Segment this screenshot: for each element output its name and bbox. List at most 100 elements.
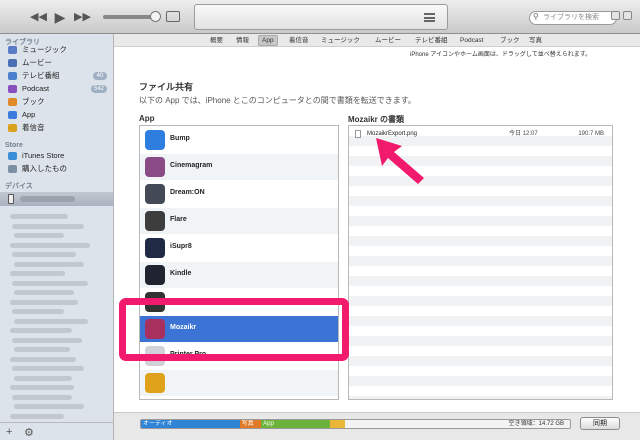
tab-item[interactable]: 概要 <box>207 36 226 45</box>
sidebar-item[interactable]: Podcast 542 <box>0 83 113 95</box>
redacted-device-item <box>10 356 76 362</box>
purchased-icon <box>8 165 17 173</box>
sidebar-item[interactable]: App <box>0 109 113 121</box>
tab-item[interactable]: 情報 <box>233 36 252 45</box>
add-playlist-icon[interactable]: + <box>6 426 12 438</box>
sidebar-item[interactable]: iTunes Store <box>0 150 113 162</box>
volume-slider[interactable] <box>103 11 161 22</box>
sidebar-item[interactable]: 着信音 <box>0 122 113 134</box>
app-row[interactable] <box>140 370 338 396</box>
app-row[interactable]: Dream:ON <box>140 181 338 207</box>
app-row[interactable]: Bump <box>140 127 338 153</box>
sidebar-item-label: 購入したもの <box>22 164 67 173</box>
documents-column-header: Mozaikr の書類 <box>348 115 405 124</box>
document-date: 今日 12:07 <box>509 131 538 137</box>
app-icon <box>145 238 165 258</box>
app-icon <box>145 265 165 285</box>
fast-forward-icon[interactable]: ▶▶ <box>74 9 91 25</box>
redacted-device-item <box>12 280 88 286</box>
redacted-device-item <box>14 375 72 381</box>
sidebar: ライブラリ Store デバイス ミュージック ムービー テレビ番組 40 Podcas… <box>0 34 114 422</box>
tab-item[interactable]: 着信音 <box>286 36 312 45</box>
redacted-device-item <box>14 404 84 409</box>
capacity-bar: App 写真 オーディオ 空き領域：14.72 GB <box>140 419 571 429</box>
sidebar-item-label: ムービー <box>22 58 52 67</box>
tab-item[interactable]: App <box>258 35 278 46</box>
app-icon <box>145 157 165 177</box>
capacity-segment: オーディオ <box>141 420 240 428</box>
tab-item[interactable]: テレビ番組 <box>412 36 451 45</box>
sidebar-item-label: 着信音 <box>22 123 45 132</box>
free-space-label: 空き領域：14.72 GB <box>508 421 564 427</box>
sidebar-item-label: Podcast <box>22 84 50 93</box>
sidebar-item[interactable]: ムービー <box>0 57 113 69</box>
sidebar-item-label: iTunes Store <box>22 151 65 160</box>
app-icon <box>145 130 165 150</box>
app-row[interactable]: Cinemagram <box>140 154 338 180</box>
tab-item[interactable]: Podcast <box>457 36 487 45</box>
app-row[interactable]: Kindle <box>140 262 338 288</box>
sidebar-item-label: App <box>22 110 36 119</box>
file-sharing-description: 以下の App では、iPhone とこのコンピュータとの間で書類を転送できます… <box>139 96 416 105</box>
airplay-icon[interactable] <box>166 11 180 22</box>
book-icon <box>8 98 17 106</box>
capacity-segment <box>329 420 345 428</box>
search-icon: ⚲ <box>533 12 539 21</box>
store-header: Store <box>5 142 23 149</box>
redacted-device-item <box>12 337 82 343</box>
sidebar-item[interactable]: テレビ番組 40 <box>0 70 113 82</box>
redacted-device-item <box>10 328 72 333</box>
redacted-device-item <box>14 290 74 295</box>
app-row[interactable]: pxl <box>140 397 338 399</box>
app-name: Bump <box>170 135 190 142</box>
sidebar-item[interactable]: ブック <box>0 96 113 108</box>
capacity-segment: 写真 <box>239 420 262 428</box>
redacted-device-item <box>10 299 78 305</box>
tab-item[interactable]: ミュージック <box>318 36 363 45</box>
app-name: Dream:ON <box>170 189 205 196</box>
up-next-list-icon[interactable] <box>424 13 435 22</box>
gear-icon[interactable]: ⚙ <box>24 426 34 439</box>
rewind-icon[interactable]: ◀◀ <box>30 9 47 25</box>
minimize-button[interactable] <box>611 11 620 20</box>
sidebar-item[interactable]: 購入したもの <box>0 163 113 175</box>
tab-item[interactable]: ムービー <box>372 36 404 45</box>
redacted-device-item <box>14 261 84 267</box>
fullscreen-button[interactable] <box>623 11 632 20</box>
redacted-device-item <box>12 366 84 371</box>
app-icon <box>145 211 165 231</box>
redacted-device-item <box>14 233 64 238</box>
search-input[interactable]: ライブラリを検索 <box>529 11 617 25</box>
app-row[interactable]: Flare <box>140 208 338 234</box>
device-iphone[interactable] <box>0 192 113 206</box>
redacted-device-item <box>10 214 68 219</box>
tab-item[interactable]: ブック <box>497 36 523 45</box>
sidebar-item-label: ブック <box>22 97 45 106</box>
transport-controls: ◀◀ ▶ ▶▶ <box>30 9 91 25</box>
podcast-icon <box>8 85 17 93</box>
device-tabs: 概要 情報 App 着信音 ミュージック ムービー テレビ番組 Podcast ブック 写真 <box>114 34 640 47</box>
sync-button[interactable]: 同期 <box>580 417 620 430</box>
app-icon <box>8 111 17 119</box>
app-name: Flare <box>170 216 187 223</box>
play-icon[interactable]: ▶ <box>52 9 68 25</box>
redacted-device-item <box>10 413 64 419</box>
highlight-box-annotation <box>119 298 349 361</box>
redacted-device-item <box>14 347 70 352</box>
sidebar-item-label: ミュージック <box>22 45 67 54</box>
volume-knob[interactable] <box>150 11 161 22</box>
devices-header: デバイス <box>5 183 33 190</box>
titlebar: ◀◀ ▶ ▶▶ ライブラリを検索 <box>0 0 640 34</box>
app-icon <box>145 373 165 393</box>
app-name: Kindle <box>170 270 192 277</box>
music-icon <box>8 46 17 54</box>
sidebar-footer: + ⚙ <box>0 422 114 440</box>
tab-item[interactable]: 写真 <box>526 36 545 45</box>
app-row[interactable]: iSupr8 <box>140 235 338 261</box>
redacted-device-item <box>10 385 74 390</box>
redacted-device-item <box>12 223 84 229</box>
iphone-icon <box>8 194 14 204</box>
store-icon <box>8 152 17 160</box>
sidebar-item[interactable]: ミュージック <box>0 44 113 56</box>
app-name: iSupr8 <box>170 243 192 250</box>
